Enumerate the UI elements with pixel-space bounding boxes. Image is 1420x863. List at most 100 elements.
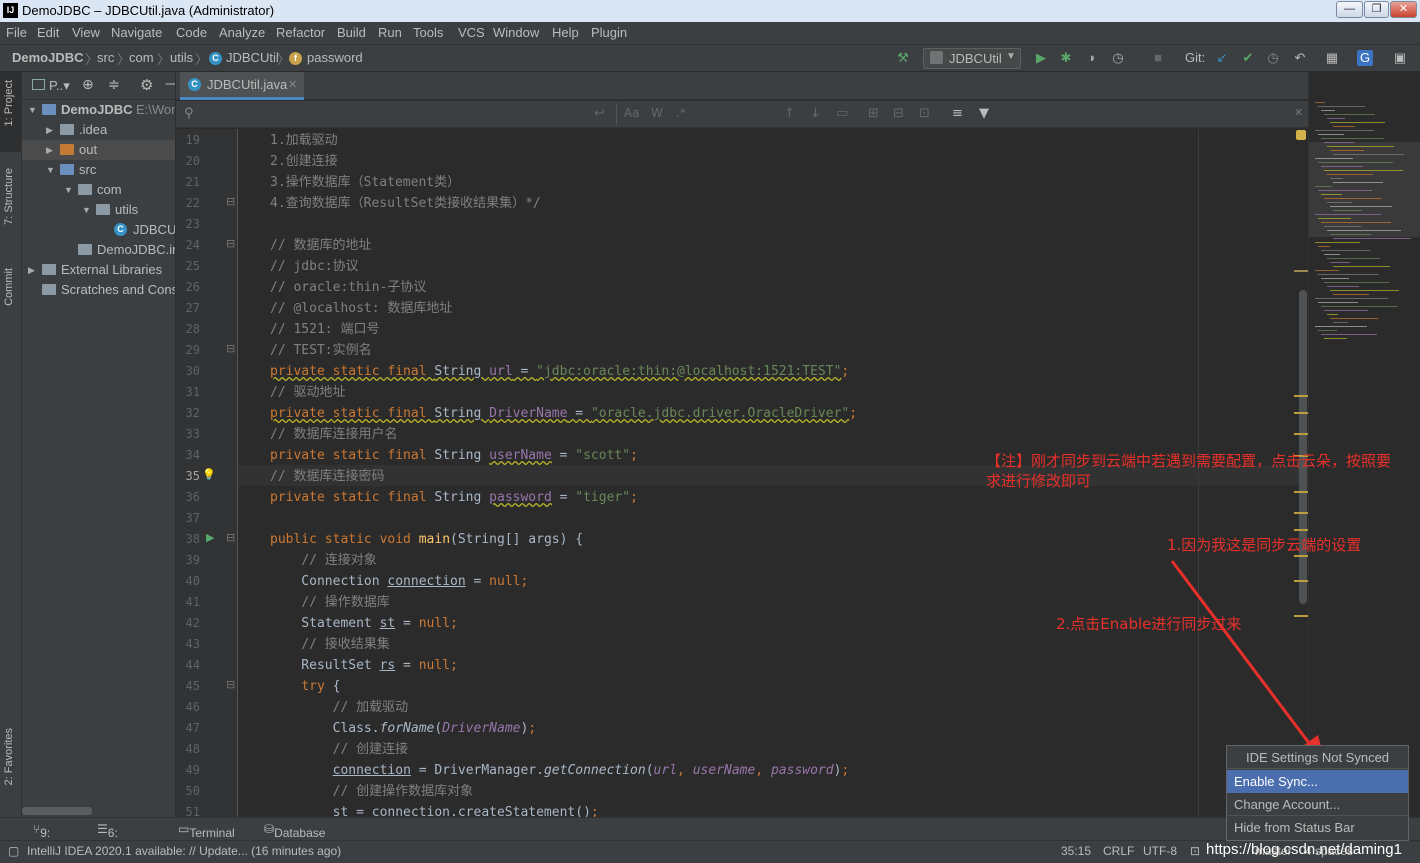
menu-navigate[interactable]: Navigate [111, 25, 162, 40]
expanded-arrow-icon[interactable]: ▼ [64, 180, 73, 200]
tree-item[interactable]: DemoJDBC.iml [22, 240, 175, 260]
code-line[interactable]: Connection connection = null; [270, 571, 528, 592]
coverage-icon[interactable]: ◑ [1083, 50, 1099, 66]
build-hammer-icon[interactable]: ⚒ [895, 50, 911, 66]
breadcrumb-com[interactable]: com [129, 50, 154, 65]
run-gutter-icon[interactable]: ▶ [206, 531, 214, 544]
git-update-icon[interactable]: ↙ [1214, 50, 1230, 66]
tool-tab-todo[interactable]: ☰ 6: TODO [97, 822, 142, 854]
menu-edit[interactable]: Edit [37, 25, 59, 40]
stop-icon[interactable]: ■ [1150, 50, 1166, 66]
tree-item[interactable]: ▼ DemoJDBC E:\Wor [22, 100, 175, 120]
code-line[interactable]: try { [270, 676, 340, 697]
tool-tab-project[interactable]: 1: Project [3, 80, 15, 126]
code-line[interactable]: st = connection.createStatement(); [270, 802, 599, 817]
breadcrumb-class[interactable]: JDBCUtil [226, 50, 279, 65]
breadcrumb-field[interactable]: password [307, 50, 363, 65]
code-line[interactable]: // TEST:实例名 [270, 340, 372, 361]
tree-item[interactable]: ▼ src [22, 160, 175, 180]
warning-indicator-icon[interactable] [1296, 130, 1306, 140]
filter-options-icon[interactable]: ≡ [952, 106, 963, 121]
collapsed-arrow-icon[interactable]: ▶ [46, 120, 53, 140]
warning-stripe-mark[interactable] [1294, 433, 1308, 435]
tool-tab-terminal[interactable]: ▭ Terminal [178, 822, 235, 840]
menu-file[interactable]: File [6, 25, 27, 40]
close-window-button[interactable]: ✕ [1390, 1, 1417, 18]
tree-item[interactable]: ▶ out [22, 140, 175, 160]
tool-tab-git[interactable]: ⑂ 9: Git [33, 822, 56, 854]
debug-bug-icon[interactable]: ✱ [1058, 50, 1074, 66]
maximize-button[interactable]: ❐ [1364, 1, 1389, 18]
expanded-arrow-icon[interactable]: ▼ [82, 200, 91, 220]
horizontal-scrollbar[interactable] [22, 807, 92, 815]
code-line[interactable]: ResultSet rs = null; [270, 655, 458, 676]
tree-item[interactable]: ▼ com [22, 180, 175, 200]
code-line[interactable]: // 操作数据库 [270, 592, 389, 613]
menu-view[interactable]: View [72, 25, 100, 40]
warning-stripe-mark[interactable] [1294, 395, 1308, 397]
collapsed-arrow-icon[interactable]: ▶ [28, 260, 35, 280]
code-line[interactable]: // jdbc:协议 [270, 256, 359, 277]
code-line[interactable]: // 数据库的地址 [270, 235, 371, 256]
minimize-button[interactable]: — [1336, 1, 1363, 18]
lock-icon[interactable]: ⊡ [1190, 844, 1200, 858]
tab-jdbcutil-java[interactable]: C JDBCUtil.java ✕ [180, 72, 304, 100]
warning-stripe-mark[interactable] [1294, 412, 1308, 414]
code-content[interactable]: 1.加载驱动 2.创建连接 3.操作数据库（Statement类） 4.查询数据库（R… [238, 129, 1308, 817]
code-line[interactable]: // 创建操作数据库对象 [270, 781, 473, 802]
warning-stripe-mark[interactable] [1294, 270, 1308, 272]
gear-icon[interactable]: ⚙ [140, 76, 153, 94]
code-line[interactable]: // 数据库连接密码 [270, 466, 384, 487]
code-line[interactable]: 1.加载驱动 [270, 130, 338, 151]
close-icon[interactable]: ✕ [288, 72, 297, 98]
fold-icon[interactable]: ⊟ [226, 195, 235, 208]
enable-sync-item[interactable]: Enable Sync... [1227, 770, 1408, 793]
menu-help[interactable]: Help [552, 25, 579, 40]
tree-item[interactable]: ▶ External Libraries [22, 260, 175, 280]
menu-vcs[interactable]: VCS [458, 25, 485, 40]
file-encoding[interactable]: UTF-8 [1143, 844, 1177, 858]
fold-icon[interactable]: ⊟ [226, 237, 235, 250]
code-line[interactable]: // 连接对象 [270, 550, 376, 571]
select-all-occurrences-icon[interactable]: ▭ [836, 106, 848, 121]
code-line[interactable]: // 创建连接 [270, 739, 408, 760]
code-line[interactable]: 2.创建连接 [270, 151, 338, 172]
project-structure-icon[interactable]: ▦ [1324, 50, 1340, 66]
menu-run[interactable]: Run [378, 25, 402, 40]
line-separator[interactable]: CRLF [1103, 844, 1134, 858]
expanded-arrow-icon[interactable]: ▼ [46, 160, 55, 180]
status-message[interactable]: IntelliJ IDEA 2020.1 available: // Updat… [27, 844, 341, 858]
history-clock-icon[interactable]: ◷ [1265, 50, 1281, 66]
fold-icon[interactable]: ⊟ [226, 531, 235, 544]
rollback-icon[interactable]: ↶ [1292, 50, 1308, 66]
code-line[interactable]: // 加载驱动 [270, 697, 408, 718]
tool-tab-database-changes[interactable]: ⛁ Database Changes [264, 822, 325, 854]
regex-history-icon[interactable]: ↩ [594, 106, 605, 121]
menu-window[interactable]: Window [493, 25, 539, 40]
warning-stripe-mark[interactable] [1294, 491, 1308, 493]
code-line[interactable]: Statement st = null; [270, 613, 458, 634]
hide-from-status-bar-item[interactable]: Hide from Status Bar [1227, 816, 1408, 839]
menu-analyze[interactable]: Analyze [219, 25, 265, 40]
tree-item[interactable]: C JDBCUt [22, 220, 175, 240]
warning-stripe-mark[interactable] [1294, 529, 1308, 531]
code-line[interactable]: Class.forName(DriverName); [270, 718, 537, 739]
code-line[interactable]: // 接收结果集 [270, 634, 389, 655]
code-line[interactable]: 4.查询数据库（ResultSet类接收结果集）*/ [270, 193, 541, 214]
expanded-arrow-icon[interactable]: ▼ [28, 100, 37, 120]
remove-selection-icon[interactable]: ⊟ [893, 106, 904, 121]
fold-icon[interactable]: ⊟ [226, 342, 235, 355]
fold-icon[interactable]: ⊟ [226, 678, 235, 691]
code-line[interactable]: 3.操作数据库（Statement类） [270, 172, 460, 193]
code-line[interactable]: // @localhost: 数据库地址 [270, 298, 452, 319]
locate-target-icon[interactable]: ⊕ [82, 77, 94, 93]
code-line[interactable]: private static final String password = "… [270, 487, 638, 508]
cursor-position[interactable]: 35:15 [1061, 844, 1091, 858]
code-line[interactable]: // 1521: 端口号 [270, 319, 379, 340]
tool-tab-structure[interactable]: 7: Structure [3, 168, 15, 225]
tool-tab-favorites[interactable]: 2: Favorites [3, 728, 15, 785]
hide-panel-icon[interactable]: — [165, 76, 175, 92]
presentation-icon[interactable]: ▣ [1392, 50, 1408, 66]
match-case-icon[interactable]: Aa [624, 106, 640, 120]
code-line[interactable]: public static void main(String[] args) { [270, 529, 583, 550]
